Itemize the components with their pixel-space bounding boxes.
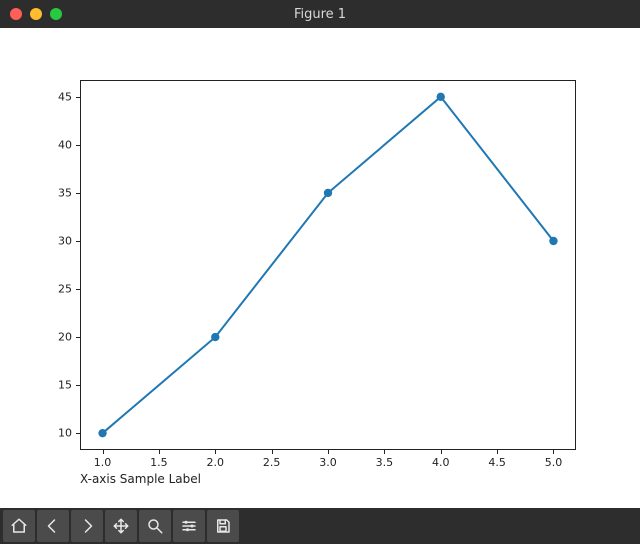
configure-subplots-button[interactable] xyxy=(173,510,205,542)
data-point xyxy=(437,93,445,101)
y-tick-label: 15 xyxy=(42,379,72,392)
maximize-icon[interactable] xyxy=(50,8,62,20)
y-tick-label: 45 xyxy=(42,90,72,103)
x-tick-label: 4.0 xyxy=(432,456,450,469)
x-tick-label: 2.0 xyxy=(207,456,225,469)
window-controls xyxy=(0,8,62,20)
save-button[interactable] xyxy=(207,510,239,542)
window-titlebar: Figure 1 xyxy=(0,0,640,28)
x-tick-label: 3.5 xyxy=(376,456,394,469)
data-point xyxy=(211,333,219,341)
figure-canvas: 1.0 1.5 2.0 2.5 3.0 3.5 4.0 4.5 5.0 10 15 20 25 30 35 4… xyxy=(0,28,640,508)
window-title: Figure 1 xyxy=(0,7,640,22)
line-series xyxy=(103,97,554,433)
sliders-icon xyxy=(180,517,198,535)
data-point xyxy=(324,189,332,197)
x-tick-label: 1.5 xyxy=(150,456,168,469)
x-tick-label: 1.0 xyxy=(94,456,112,469)
y-tick-label: 10 xyxy=(42,427,72,440)
home-icon xyxy=(10,517,28,535)
data-point xyxy=(98,429,106,437)
save-icon xyxy=(214,517,232,535)
pan-button[interactable] xyxy=(105,510,137,542)
zoom-button[interactable] xyxy=(139,510,171,542)
zoom-icon xyxy=(146,517,164,535)
y-tick-label: 35 xyxy=(42,186,72,199)
data-point xyxy=(549,237,557,245)
close-icon[interactable] xyxy=(10,8,22,20)
x-tick-label: 5.0 xyxy=(545,456,563,469)
y-tick-label: 30 xyxy=(42,234,72,247)
line-plot xyxy=(0,28,640,508)
y-tick-label: 25 xyxy=(42,283,72,296)
x-axis-label: X-axis Sample Label xyxy=(80,472,201,486)
back-button[interactable] xyxy=(37,510,69,542)
y-tick-label: 20 xyxy=(42,331,72,344)
minimize-icon[interactable] xyxy=(30,8,42,20)
x-tick-label: 4.5 xyxy=(488,456,506,469)
x-tick-label: 2.5 xyxy=(263,456,281,469)
y-tick-label: 40 xyxy=(42,138,72,151)
home-button[interactable] xyxy=(3,510,35,542)
matplotlib-toolbar xyxy=(0,508,640,544)
forward-button[interactable] xyxy=(71,510,103,542)
x-tick-label: 3.0 xyxy=(319,456,337,469)
pan-icon xyxy=(112,517,130,535)
back-icon xyxy=(44,517,62,535)
forward-icon xyxy=(78,517,96,535)
